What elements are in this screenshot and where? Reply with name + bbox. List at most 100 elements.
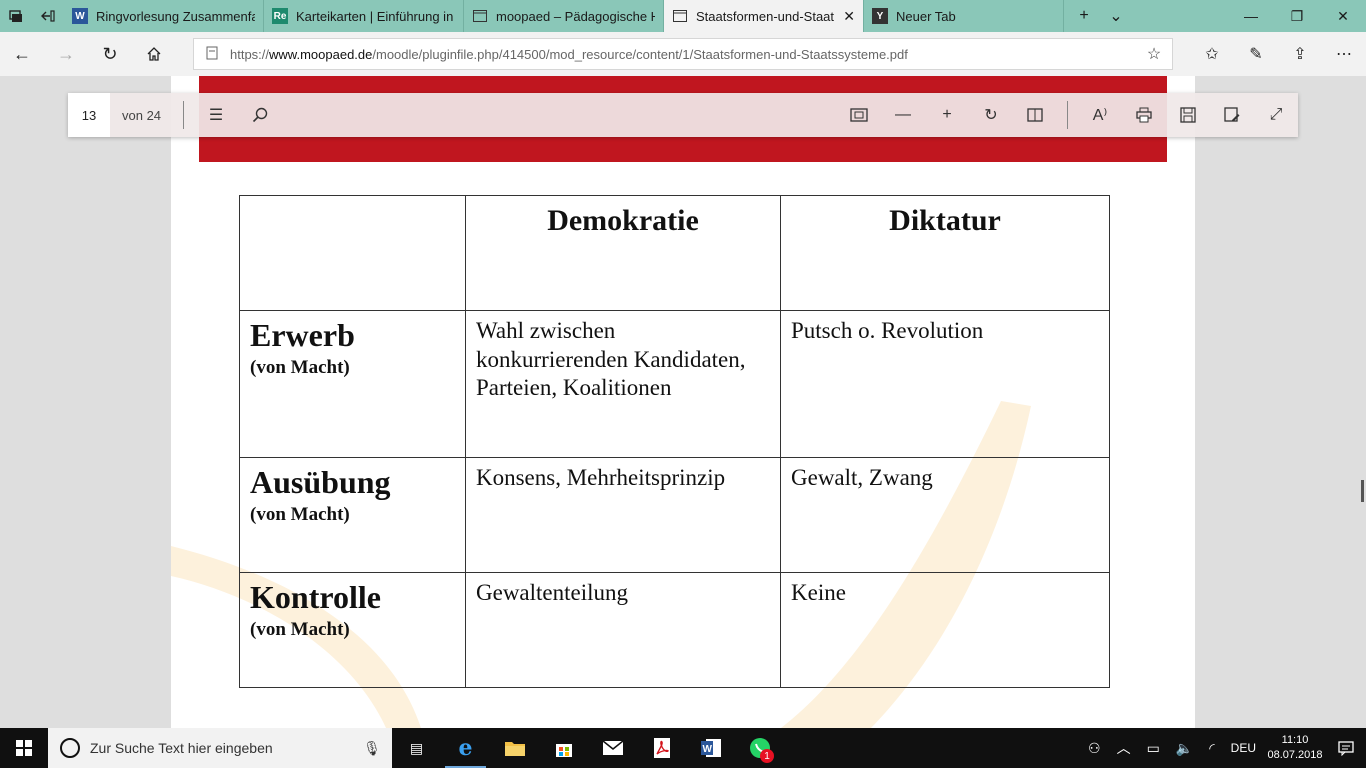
page-layout-button[interactable] [1013,93,1057,137]
forward-button[interactable]: → [44,32,88,76]
address-bar[interactable]: https://www.moopaed.de/moodle/pluginfile… [193,38,1173,70]
volume-icon[interactable]: 🔈 [1168,740,1201,757]
notification-icon [1338,741,1354,756]
print-button[interactable] [1122,93,1166,137]
page-number-input[interactable]: 13 [68,93,110,137]
taskbar-app-acrobat[interactable] [637,728,686,768]
table-row: Ausübung (von Macht) Konsens, Mehrheitsp… [239,457,1110,573]
read-aloud-button[interactable]: A⁾ [1078,93,1122,137]
find-button[interactable] [238,93,282,137]
set-aside-icon [41,10,55,22]
back-button[interactable]: ← [0,32,44,76]
web-note-icon[interactable]: ✎ [1234,32,1278,76]
pdf-toolbar: 13 von 24 ☰ — + ↻ A⁾ ⤢ [68,93,1298,137]
table-header-row: Demokratie Diktatur [239,195,1110,311]
people-icon[interactable]: ⚇ [1080,740,1109,757]
tab-moopaed[interactable]: moopaed – Pädagogische H [464,0,664,32]
wifi-icon[interactable]: ◜ [1201,740,1222,757]
taskbar-app-whatsapp[interactable]: 1 [735,728,784,768]
taskbar-app-mail[interactable] [588,728,637,768]
url-path: /moodle/pluginfile.php/414500/mod_resour… [372,46,908,62]
taskbar-app-store[interactable] [539,728,588,768]
save-button[interactable] [1166,93,1210,137]
microphone-icon[interactable]: 🎙 [352,740,392,757]
store-icon [555,744,572,757]
save-as-button[interactable] [1210,93,1254,137]
tab-ringvorlesung[interactable]: W Ringvorlesung Zusammenfa [64,0,264,32]
fullscreen-button[interactable]: ⤢ [1254,93,1298,137]
taskbar-app-word[interactable]: W [686,728,735,768]
rotate-button[interactable]: ↻ [969,93,1013,137]
row-header: Erwerb (von Macht) [239,310,466,458]
read-aloud-icon: A⁾ [1092,107,1108,124]
close-window-icon[interactable]: ✕ [1320,0,1366,32]
chevron-down-icon[interactable]: ⌄ [1100,6,1132,26]
pdf-viewer[interactable]: Demokratie Diktatur Erwerb (von Macht) W… [0,76,1366,728]
refresh-button[interactable]: ↻ [88,32,132,76]
tab-manager-button[interactable] [0,0,32,32]
task-view-button[interactable]: ▤ [392,728,441,768]
new-tab-icon[interactable]: + [1068,7,1100,25]
start-button[interactable] [0,728,48,768]
header-diktatur: Diktatur [780,195,1110,311]
table-corner-cell [239,195,466,311]
navigation-bar: ← → ↻ https://www.moopaed.de/moodle/plug… [0,32,1366,76]
set-aside-tabs-button[interactable] [32,0,64,32]
pdf-reader-icon [653,738,670,758]
plus-icon: + [942,106,952,123]
svg-text:W: W [702,744,712,755]
tab-title: Ringvorlesung Zusammenfa [96,8,255,24]
tab-title: Staatsformen-und-Staat [696,8,835,24]
battery-icon[interactable]: ▭ [1139,740,1168,757]
more-icon[interactable]: ⋯ [1322,32,1366,76]
row-subtitle: (von Macht) [250,619,350,640]
chevron-up-icon[interactable]: ︿ [1109,738,1139,758]
tab-karteikarten[interactable]: Re Karteikarten | Einführung in [264,0,464,32]
close-tab-icon[interactable]: ✕ [843,8,855,25]
zoom-out-button[interactable]: — [881,93,925,137]
expand-icon: ⤢ [1269,106,1283,123]
page-icon [672,8,688,24]
taskbar-app-explorer[interactable] [490,728,539,768]
input-language[interactable]: DEU [1223,741,1264,755]
arrow-right-icon: → [57,43,75,64]
tab-title: moopaed – Pädagogische H [496,8,655,24]
table-of-contents-button[interactable]: ☰ [194,93,238,137]
comparison-table: Demokratie Diktatur Erwerb (von Macht) W… [239,195,1110,688]
taskbar-app-edge[interactable]: e [441,728,490,768]
tab-neuer-tab[interactable]: Y Neuer Tab [864,0,1064,32]
tab-staatsformen[interactable]: Staatsformen-und-Staat ✕ [664,0,864,32]
row-subtitle: (von Macht) [250,357,350,378]
row-title: Ausübung [250,464,391,500]
minimize-icon[interactable]: — [1228,0,1274,32]
zoom-in-button[interactable]: + [925,93,969,137]
fit-page-button[interactable] [837,93,881,137]
toolbar-divider [1067,101,1068,129]
cell-diktatur: Putsch o. Revolution [780,310,1110,458]
tab-title: Neuer Tab [896,8,956,24]
cell-demokratie: Konsens, Mehrheitsprinzip [465,457,781,573]
taskbar-search-box[interactable]: Zur Suche Text hier eingeben 🎙 [48,728,392,768]
favorite-star-icon[interactable]: ☆ [1136,44,1172,64]
repetico-icon: Re [272,8,288,24]
clock-date: 08.07.2018 [1267,749,1323,761]
mail-icon [602,740,623,755]
action-center-button[interactable] [1326,740,1366,756]
home-button[interactable] [132,32,176,76]
page-info-icon[interactable] [194,46,230,63]
favorites-hub-icon[interactable]: ✩ [1190,32,1234,76]
notification-badge: 1 [760,749,774,763]
home-icon [147,47,161,61]
system-tray: ⚇ ︿ ▭ 🔈 ◜ DEU 11:10 08.07.2018 [1080,728,1366,768]
share-icon[interactable]: ⇪ [1278,32,1322,76]
edge-icon: e [458,735,473,761]
cell-demokratie: Wahl zwischen konkurrierenden Kandidaten… [465,310,781,458]
pdf-page: Demokratie Diktatur Erwerb (von Macht) W… [171,76,1195,728]
header-demokratie: Demokratie [465,195,781,311]
word-icon: W [700,739,721,757]
url-text[interactable]: https://www.moopaed.de/moodle/pluginfile… [230,47,1136,62]
restore-icon[interactable]: ❐ [1274,0,1320,32]
clock[interactable]: 11:10 08.07.2018 [1264,733,1326,763]
scrollbar-thumb[interactable] [1361,480,1364,502]
tabs-aside-icon [9,10,22,22]
